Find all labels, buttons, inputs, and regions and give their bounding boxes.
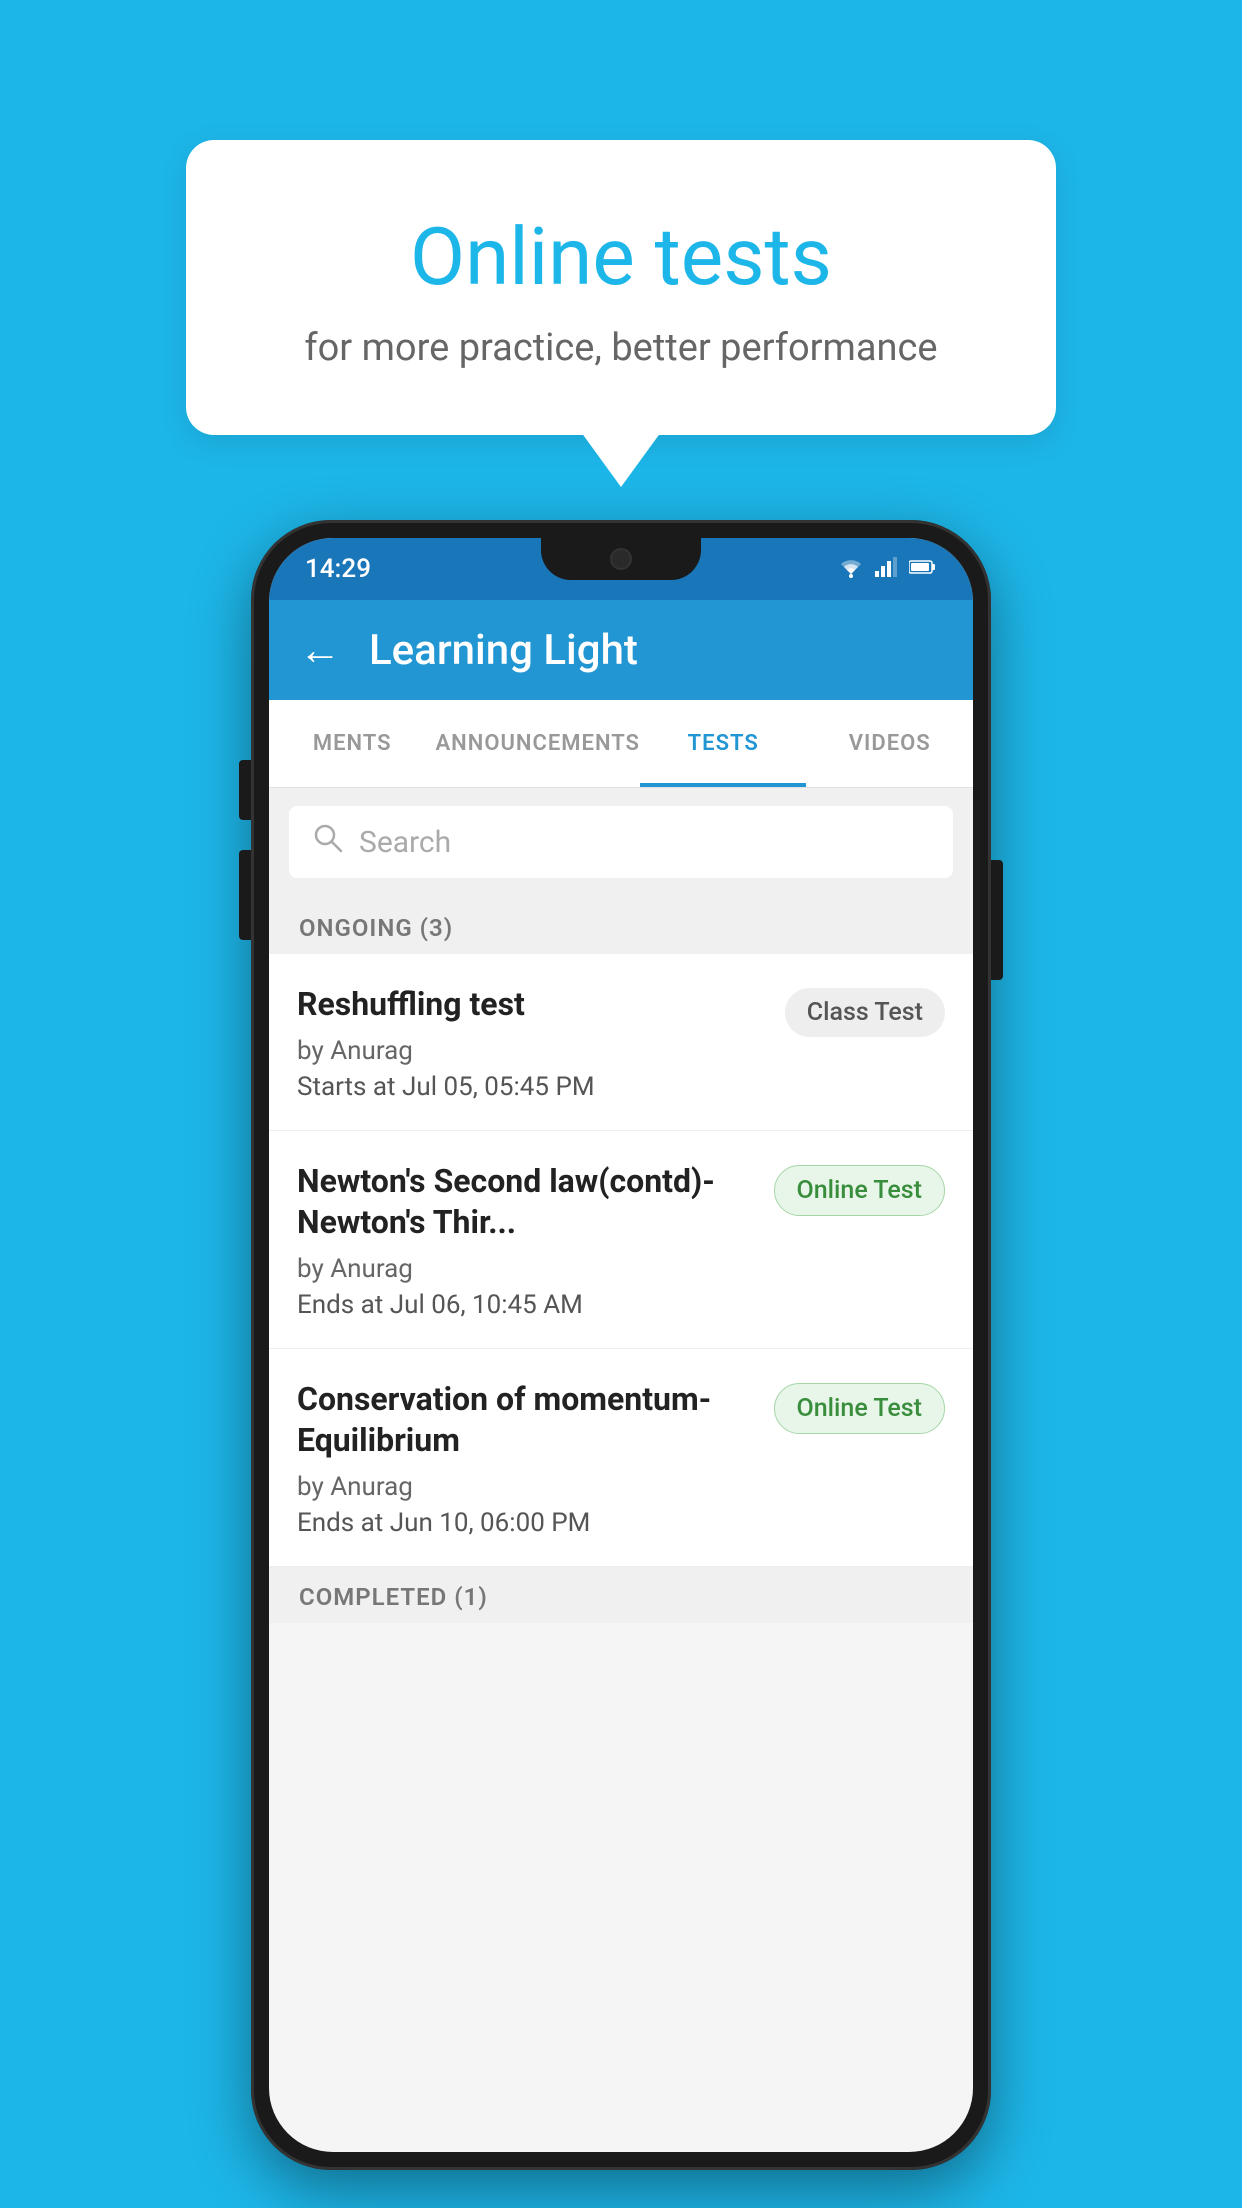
test-badge-conservation: Online Test <box>774 1383 945 1434</box>
tab-tests[interactable]: TESTS <box>640 700 807 787</box>
phone-notch <box>541 538 701 580</box>
app-bar: ← Learning Light <box>269 600 973 700</box>
signal-icon <box>875 557 899 581</box>
tab-ments[interactable]: MENTS <box>269 700 436 787</box>
test-name-reshuffling: Reshuffling test <box>297 984 765 1026</box>
test-badge-reshuffling: Class Test <box>785 988 945 1037</box>
speech-bubble: Online tests for more practice, better p… <box>186 140 1056 435</box>
volume-down-button <box>239 850 251 940</box>
battery-icon <box>909 559 937 579</box>
tab-announcements[interactable]: ANNOUNCEMENTS <box>436 700 640 787</box>
test-info-conservation: Conservation of momentum-Equilibrium by … <box>297 1379 774 1538</box>
search-placeholder: Search <box>359 825 451 860</box>
wifi-icon <box>837 556 865 582</box>
app-title: Learning Light <box>369 626 638 675</box>
test-list: Reshuffling test by Anurag Starts at Jul… <box>269 954 973 1567</box>
power-button <box>991 860 1003 980</box>
completed-label: COMPLETED (1) <box>299 1583 488 1611</box>
completed-section-header: COMPLETED (1) <box>269 1567 973 1623</box>
test-time-conservation: Ends at Jun 10, 06:00 PM <box>297 1508 754 1538</box>
ongoing-label: ONGOING (3) <box>299 914 453 942</box>
bubble-subtitle: for more practice, better performance <box>246 326 996 370</box>
test-name-conservation: Conservation of momentum-Equilibrium <box>297 1379 754 1462</box>
test-author-reshuffling: by Anurag <box>297 1036 765 1066</box>
phone-mockup: 14:29 <box>251 520 991 2170</box>
search-bar[interactable]: Search <box>289 806 953 878</box>
tab-videos[interactable]: VIDEOS <box>806 700 973 787</box>
volume-up-button <box>239 760 251 820</box>
test-badge-newtons: Online Test <box>774 1165 945 1216</box>
status-icons <box>837 556 937 582</box>
test-name-newtons: Newton's Second law(contd)-Newton's Thir… <box>297 1161 754 1244</box>
back-button[interactable]: ← <box>299 626 341 675</box>
test-info-newtons: Newton's Second law(contd)-Newton's Thir… <box>297 1161 774 1320</box>
test-info-reshuffling: Reshuffling test by Anurag Starts at Jul… <box>297 984 785 1102</box>
phone-screen: 14:29 <box>269 538 973 2152</box>
status-time: 14:29 <box>305 554 371 584</box>
search-icon <box>313 823 343 861</box>
phone-outer: 14:29 <box>251 520 991 2170</box>
test-time-reshuffling: Starts at Jul 05, 05:45 PM <box>297 1072 765 1102</box>
test-item-newtons[interactable]: Newton's Second law(contd)-Newton's Thir… <box>269 1131 973 1349</box>
speech-bubble-container: Online tests for more practice, better p… <box>186 140 1056 435</box>
tab-bar: MENTS ANNOUNCEMENTS TESTS VIDEOS <box>269 700 973 788</box>
search-container: Search <box>269 788 973 896</box>
ongoing-section-header: ONGOING (3) <box>269 896 973 954</box>
test-author-newtons: by Anurag <box>297 1254 754 1284</box>
camera <box>610 548 632 570</box>
test-item-conservation[interactable]: Conservation of momentum-Equilibrium by … <box>269 1349 973 1567</box>
test-time-newtons: Ends at Jul 06, 10:45 AM <box>297 1290 754 1320</box>
test-item-reshuffling[interactable]: Reshuffling test by Anurag Starts at Jul… <box>269 954 973 1131</box>
test-author-conservation: by Anurag <box>297 1472 754 1502</box>
bubble-title: Online tests <box>246 210 996 304</box>
